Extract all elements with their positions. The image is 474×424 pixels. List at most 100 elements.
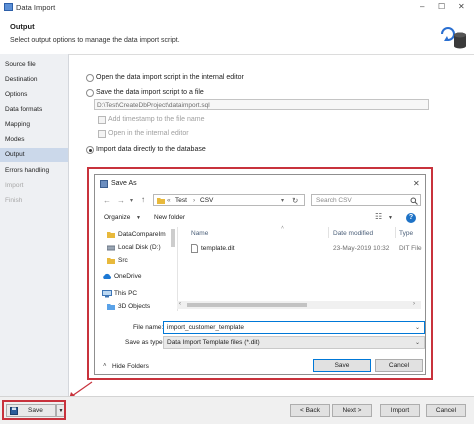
- saveas-select[interactable]: Data Import Template files (*.dit) ⌄: [163, 336, 425, 349]
- sidebar-item-modes[interactable]: Modes: [0, 133, 68, 147]
- search-placeholder: Search CSV: [316, 197, 352, 204]
- add-timestamp-label: Add timestamp to the file name: [108, 116, 205, 123]
- breadcrumb-item[interactable]: Test: [175, 197, 187, 204]
- refresh-icon[interactable]: ↻: [292, 196, 298, 205]
- nav-item-3d-objects[interactable]: 3D Objects: [118, 303, 150, 310]
- scroll-left-icon[interactable]: ‹: [179, 301, 181, 307]
- next-button[interactable]: Next >: [332, 404, 372, 417]
- back-arrow-icon[interactable]: ←: [103, 196, 111, 205]
- window-title: Data Import: [16, 3, 56, 12]
- chevron-down-icon[interactable]: ▾: [281, 197, 284, 204]
- saveas-value: Data Import Template files (*.dit): [167, 339, 260, 346]
- app-icon: [4, 3, 13, 11]
- recent-dropdown-icon[interactable]: ▾: [130, 197, 133, 204]
- open-internal-checkbox: [98, 130, 106, 138]
- back-button[interactable]: < Back: [290, 404, 330, 417]
- forward-arrow-icon[interactable]: →: [117, 196, 125, 205]
- folder-icon: [157, 198, 165, 204]
- sidebar-item-finish: Finish: [5, 197, 23, 204]
- hide-folders-button[interactable]: Hide Folders: [112, 363, 149, 370]
- page-subtitle: Select output options to manage the data…: [10, 37, 180, 44]
- file-name: template.dit: [201, 245, 235, 252]
- breadcrumb-sep-icon: «: [167, 197, 171, 204]
- new-folder-button[interactable]: New folder: [154, 214, 185, 221]
- filename-label: File name:: [133, 324, 164, 331]
- help-icon[interactable]: ?: [406, 213, 416, 223]
- navigation-pane: DataCompareIm Local Disk (D:) Src OneDri…: [99, 227, 178, 311]
- sidebar-item-output[interactable]: Output: [0, 148, 68, 162]
- add-timestamp-checkbox: [98, 116, 106, 124]
- database-export-icon: [441, 27, 466, 49]
- cancel-button[interactable]: Cancel: [426, 404, 466, 417]
- column-header-type[interactable]: Type: [399, 230, 413, 237]
- save-dialog-icon: [100, 180, 108, 188]
- import-directly-label: Import data directly to the database: [96, 146, 206, 153]
- dialog-save-button[interactable]: Save: [313, 359, 371, 372]
- footer-bar: Save ▼ < Back Next > Import Cancel: [0, 396, 474, 424]
- chevron-down-icon[interactable]: ▼: [388, 215, 393, 221]
- sidebar-item-errors-handling[interactable]: Errors handling: [0, 164, 68, 178]
- folder-icon: [107, 232, 115, 238]
- dialog-title: Save As: [111, 180, 137, 187]
- cloud-icon: [103, 273, 112, 279]
- saveas-label: Save as type:: [125, 339, 165, 346]
- column-divider: [328, 227, 329, 238]
- nav-item-this-pc[interactable]: This PC: [114, 290, 137, 297]
- sidebar-item-mapping[interactable]: Mapping: [0, 118, 68, 132]
- breadcrumb-sep-icon: ›: [193, 197, 196, 204]
- sidebar-item-import: Import: [5, 182, 24, 189]
- import-directly-radio[interactable]: [86, 146, 94, 154]
- page-header: Output Select output options to manage t…: [0, 14, 474, 55]
- file-type: DIT File: [399, 245, 422, 252]
- save-file-label: Save the data import script to a file: [96, 89, 204, 96]
- sidebar-item-options[interactable]: Options: [0, 88, 68, 102]
- dialog-cancel-button[interactable]: Cancel: [375, 359, 423, 372]
- chevron-up-icon[interactable]: ˄: [103, 363, 107, 369]
- maximize-icon[interactable]: ☐: [438, 2, 445, 11]
- save-file-radio[interactable]: [86, 89, 94, 97]
- open-editor-label: Open the data import script in the inter…: [96, 74, 244, 81]
- minimize-icon[interactable]: –: [420, 2, 424, 11]
- nav-item-src[interactable]: Src: [118, 257, 128, 264]
- organize-menu[interactable]: Organize: [104, 214, 130, 221]
- column-divider: [395, 227, 396, 238]
- dialog-close-icon[interactable]: ✕: [413, 179, 420, 188]
- open-editor-radio[interactable]: [86, 74, 94, 82]
- nav-item-local-disk[interactable]: Local Disk (D:): [118, 244, 161, 251]
- column-header-name[interactable]: Name: [191, 230, 208, 237]
- breadcrumb-item[interactable]: CSV: [200, 197, 213, 204]
- nav-scrollbar-thumb[interactable]: [171, 229, 175, 247]
- scroll-right-icon[interactable]: ›: [413, 301, 415, 307]
- nav-item-datacompare[interactable]: DataCompareIm: [118, 231, 166, 238]
- up-arrow-icon[interactable]: ↑: [141, 195, 145, 204]
- view-options-icon[interactable]: ☷: [375, 212, 382, 221]
- sidebar-item-data-formats[interactable]: Data formats: [0, 103, 68, 117]
- close-icon[interactable]: ✕: [458, 2, 465, 11]
- chevron-down-icon[interactable]: ⌄: [415, 339, 420, 346]
- address-bar[interactable]: « Test › CSV ▾ ↻: [153, 194, 305, 206]
- scrollbar-thumb[interactable]: [187, 303, 307, 307]
- disk-icon: [107, 245, 115, 251]
- chevron-down-icon[interactable]: ⌄: [415, 324, 420, 331]
- pc-icon: [102, 290, 112, 298]
- title-bar: Data Import – ☐ ✕: [0, 0, 474, 14]
- list-item[interactable]: template.dit 23-May-2019 10:32 DIT File: [187, 243, 422, 255]
- sidebar-item-source-file[interactable]: Source file: [0, 58, 68, 72]
- file-path-field: D:\Test\CreateDbProject\dataimport.sql: [94, 99, 429, 110]
- horizontal-scrollbar[interactable]: ‹ ›: [177, 301, 421, 309]
- chevron-down-icon[interactable]: ▼: [136, 215, 141, 221]
- search-input[interactable]: Search CSV: [311, 194, 421, 206]
- wizard-sidebar: Source file Destination Options Data for…: [0, 54, 69, 396]
- save-highlight: [2, 400, 66, 420]
- folder-icon: [107, 304, 115, 310]
- filename-input[interactable]: import_customer_template ⌄: [163, 321, 425, 334]
- sidebar-item-destination[interactable]: Destination: [0, 73, 68, 87]
- import-button[interactable]: Import: [380, 404, 420, 417]
- file-icon: [191, 244, 198, 253]
- column-header-date[interactable]: Date modified: [333, 230, 373, 237]
- file-date: 23-May-2019 10:32: [333, 245, 390, 252]
- filename-value: import_customer_template: [167, 324, 244, 331]
- save-as-dialog: Save As ✕ ← → ▾ ↑ « Test › CSV ▾ ↻ Searc…: [94, 174, 426, 375]
- sort-up-icon: ˄: [281, 225, 284, 231]
- nav-item-onedrive[interactable]: OneDrive: [114, 273, 141, 280]
